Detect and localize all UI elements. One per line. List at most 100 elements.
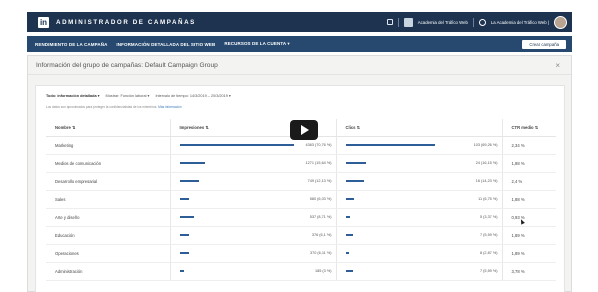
clicks-bar: [345, 215, 350, 219]
clicks-value: 103 (69,26 %): [473, 143, 498, 147]
row-name: Educación: [46, 226, 171, 245]
campaign-group-panel: Información del grupo de campañas: Defau…: [27, 55, 572, 292]
divider: [397, 17, 399, 27]
impressions-value: 1271 (15,64 %): [305, 161, 332, 165]
clicks-bar: [345, 179, 364, 183]
impressions-bar: [179, 161, 205, 165]
impressions-bar: [179, 197, 190, 201]
lock-icon[interactable]: [386, 19, 393, 25]
clicks-value: 7 (5,59 %): [479, 233, 498, 237]
impressions-cell: 370 (6,11 %): [170, 244, 337, 263]
clicks-value: 5 (3,37 %): [479, 215, 498, 219]
table-row: Operaciones 370 (6,11 %) 8 (2,87 %) 1,89 %: [46, 244, 556, 263]
ctr-value: 1,89 %: [502, 244, 556, 263]
impressions-bar: [179, 143, 295, 147]
clicks-bar: [345, 197, 355, 201]
row-name: Sales: [46, 190, 171, 209]
table-row: Arte y diseño 537 (8,71 %) 5 (3,37 %) 0,93 …: [46, 208, 556, 227]
account-selector[interactable]: La Academia del Tráfico Web |: [491, 20, 549, 25]
row-name: Marketing: [46, 136, 171, 155]
create-campaign-button[interactable]: Crear campaña: [522, 39, 566, 49]
table-row: Sales 580 (6,03 %) 11 (6,75 %) 1,88 %: [46, 190, 556, 209]
clicks-value: 16 (14,23 %): [475, 179, 498, 183]
impressions-value: 4363 (70,76 %): [305, 143, 332, 147]
ctr-value: 2,4 %: [502, 172, 556, 191]
clicks-value: 8 (2,87 %): [479, 251, 498, 255]
column-header-name[interactable]: Nombre ⇅: [46, 119, 171, 137]
impressions-cell: 376 (6,1 %): [170, 226, 337, 245]
divider: [472, 17, 474, 27]
impressions-value: 580 (6,03 %): [309, 197, 332, 201]
account-name[interactable]: Academia del Tráfico Web: [418, 20, 468, 25]
clicks-bar: [345, 161, 367, 165]
privacy-note: Los datos son aproximados para proteger …: [46, 105, 182, 109]
filter-bar: Todo: información detallada ▾ Mostrar: F…: [46, 93, 231, 98]
impressions-bar: [179, 251, 190, 255]
clicks-value: 7 (5,59 %): [479, 269, 498, 273]
table-row: Administración 185 (3 %) 7 (5,59 %) 3,78 %: [46, 262, 556, 281]
clicks-value: 11 (6,75 %): [478, 197, 498, 201]
top-bar: in ADMINISTRADOR DE CAMPAÑAS Academia de…: [27, 12, 572, 32]
impressions-cell: 1271 (15,64 %): [170, 154, 337, 173]
clicks-cell: 7 (5,59 %): [336, 226, 503, 245]
impressions-value: 376 (6,1 %): [311, 233, 332, 237]
clicks-bar: [345, 251, 350, 255]
nav-item-account-resources[interactable]: RECURSOS DE LA CUENTA ▾: [224, 41, 289, 47]
nav-item-campaign-performance[interactable]: RENDIMIENTO DE LA CAMPAÑA: [35, 42, 107, 47]
impressions-value: 185 (3 %): [315, 269, 332, 273]
impressions-cell: 537 (8,71 %): [170, 208, 337, 227]
ctr-value: 2,34 %: [502, 136, 556, 155]
impressions-bar: [179, 179, 200, 183]
linkedin-logo-icon[interactable]: in: [38, 16, 49, 28]
impressions-cell: 749 (12,13 %): [170, 172, 337, 191]
panel-header: Información del grupo de campañas: Defau…: [28, 56, 571, 75]
privacy-note-text: Los datos son aproximados para proteger …: [46, 105, 158, 109]
ctr-value: 0,93 %: [502, 208, 556, 227]
date-range-dropdown[interactable]: Intervalo de tiempo: 14/3/2019 – 20/3/20…: [155, 93, 230, 98]
ctr-value: 1,88 %: [502, 190, 556, 209]
impressions-value: 537 (8,71 %): [309, 215, 332, 219]
impressions-value: 370 (6,11 %): [310, 251, 332, 255]
clicks-cell: 11 (6,75 %): [336, 190, 503, 209]
top-right-controls: Academia del Tráfico Web La Academia del…: [386, 15, 572, 29]
impressions-bar: [179, 233, 190, 237]
close-icon[interactable]: ×: [555, 61, 560, 70]
clicks-cell: 7 (5,59 %): [336, 262, 503, 281]
user-avatar[interactable]: [554, 15, 567, 29]
row-name: Medios de comunicación: [46, 154, 171, 173]
ctr-value: 1,88 %: [502, 154, 556, 173]
column-header-clicks[interactable]: Clics ⇅: [336, 119, 503, 137]
row-name: Desarrollo empresarial: [46, 172, 171, 191]
table-row: Desarrollo empresarial 749 (12,13 %) 16 (1…: [46, 172, 556, 191]
app-title: ADMINISTRADOR DE CAMPAÑAS: [56, 18, 196, 26]
video-play-button[interactable]: [290, 120, 318, 140]
view-dropdown[interactable]: Todo: información detallada ▾: [46, 93, 100, 98]
clicks-bar: [345, 143, 435, 147]
account-avatar-icon[interactable]: [403, 17, 413, 27]
impressions-bar: [179, 269, 185, 273]
clicks-bar: [345, 233, 353, 237]
row-name: Administración: [46, 262, 171, 281]
impressions-cell: 185 (3 %): [170, 262, 337, 281]
impressions-bar: [179, 215, 194, 219]
globe-icon[interactable]: [478, 18, 486, 26]
ctr-value: 3,78 %: [502, 262, 556, 281]
nav-item-website-insights[interactable]: INFORMACIÓN DETALLADA DEL SITIO WEB: [116, 42, 215, 47]
demographics-table: Nombre ⇅ Impresiones ⇅ Clics ⇅ CTR medio…: [46, 119, 556, 281]
clicks-cell: 24 (16,15 %): [336, 154, 503, 173]
clicks-cell: 8 (2,87 %): [336, 244, 503, 263]
row-name: Arte y diseño: [46, 208, 171, 227]
table-row: Educación 376 (6,1 %) 7 (5,59 %) 1,89 %: [46, 226, 556, 245]
more-info-link[interactable]: Más información: [158, 105, 181, 109]
insights-card: Todo: información detallada ▾ Mostrar: F…: [35, 85, 565, 292]
impressions-cell: 580 (6,03 %): [170, 190, 337, 209]
clicks-value: 24 (16,15 %): [475, 161, 498, 165]
column-header-ctr[interactable]: CTR medio ⇅: [502, 119, 556, 137]
table-row: Medios de comunicación 1271 (15,64 %) 24 (…: [46, 154, 556, 173]
impressions-value: 749 (12,13 %): [307, 179, 332, 183]
clicks-cell: 5 (3,37 %): [336, 208, 503, 227]
clicks-bar: [345, 269, 353, 273]
ctr-value: 1,89 %: [502, 226, 556, 245]
clicks-cell: 103 (69,26 %): [336, 136, 503, 155]
show-dropdown[interactable]: Mostrar: Función laboral ▾: [106, 93, 150, 98]
